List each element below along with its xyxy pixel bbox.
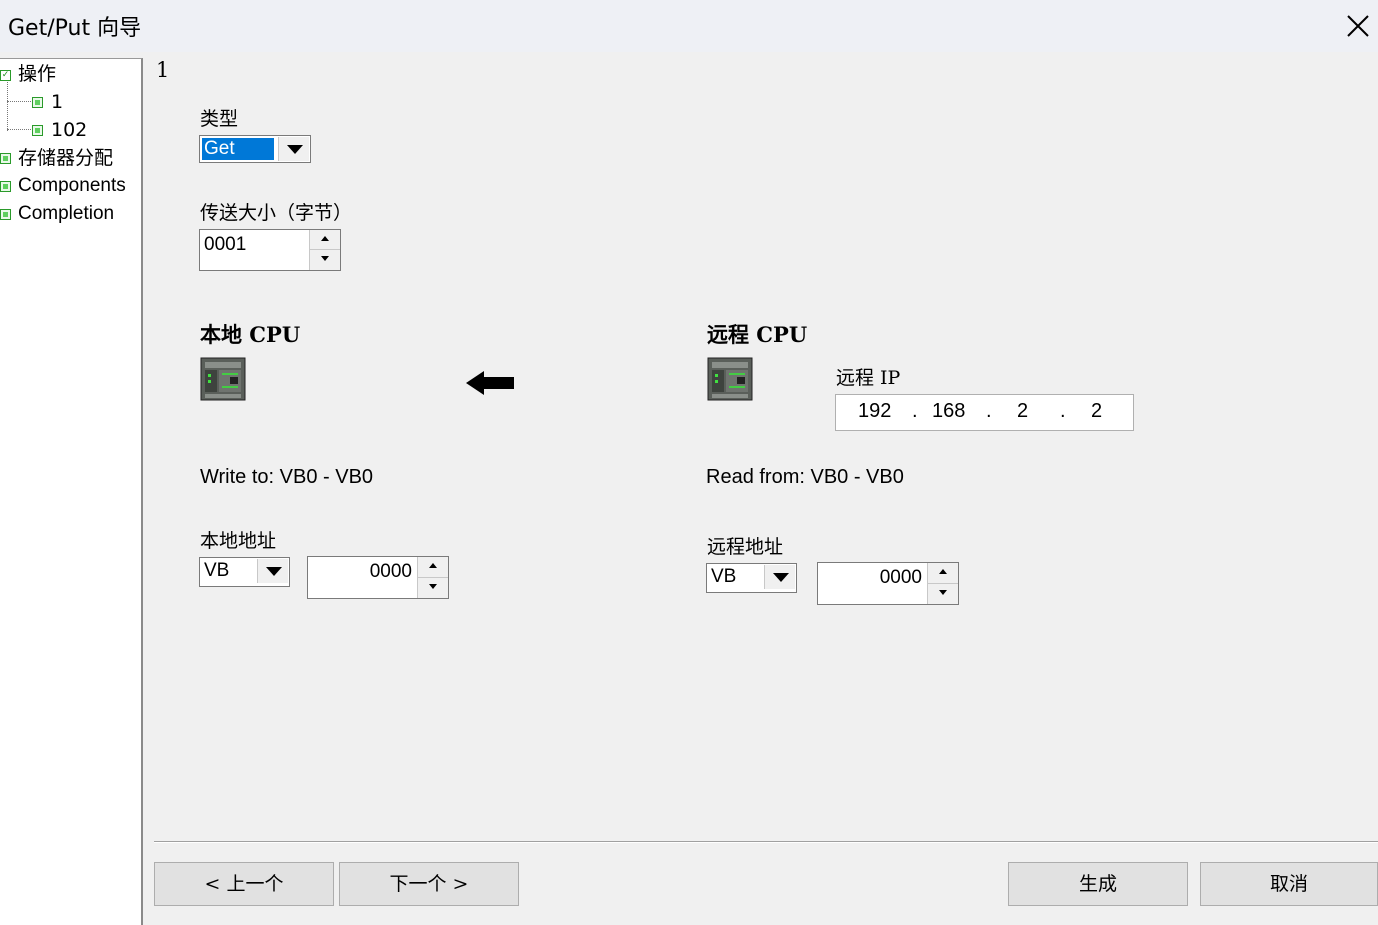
spin-down-icon[interactable] (310, 250, 340, 270)
remote-area-dropdown[interactable]: VB (706, 563, 797, 593)
local-area-value: VB (204, 560, 230, 581)
green-box-icon (32, 125, 43, 136)
transfer-size-spinner[interactable]: 0001 (199, 229, 341, 271)
spin-up-icon[interactable] (310, 230, 340, 250)
green-box-icon (0, 153, 11, 164)
type-label: 类型 (200, 108, 239, 130)
remote-offset-value: 0000 (879, 567, 922, 588)
chevron-down-icon[interactable] (764, 565, 795, 589)
tree-item-memory[interactable]: 存储器分配 (0, 145, 140, 171)
local-address-label: 本地地址 (200, 530, 277, 552)
tree-item-label: Completion (18, 203, 115, 224)
remote-cpu-heading: 远程 CPU (707, 322, 808, 347)
ip-octet-2[interactable]: 168 (932, 400, 965, 423)
local-cpu-icon (200, 356, 248, 402)
spinner-buttons (417, 557, 448, 598)
spin-up-icon[interactable] (928, 563, 958, 584)
navigation-tree: ✓ 操作 1 102 存储器分配 Components Completion (0, 58, 143, 925)
title-bar: Get/Put 向导 (0, 0, 1378, 52)
tree-item-completion[interactable]: Completion (0, 201, 140, 227)
local-offset-value: 0000 (369, 561, 412, 582)
ip-separator: . (986, 400, 992, 422)
remote-cpu-icon (707, 356, 755, 402)
generate-button[interactable]: 生成 (1008, 862, 1188, 906)
green-box-icon (0, 181, 11, 192)
chevron-down-icon[interactable] (278, 137, 309, 161)
remote-offset-spinner[interactable]: 0000 (817, 562, 959, 605)
ip-octet-3[interactable]: 2 (1017, 400, 1028, 423)
local-offset-spinner[interactable]: 0000 (307, 556, 449, 599)
write-to-summary: Write to: VB0 - VB0 (200, 466, 374, 488)
local-cpu-heading: 本地 CPU (200, 322, 301, 347)
next-button[interactable]: 下一个 > (339, 862, 519, 906)
spin-down-icon[interactable] (418, 578, 448, 599)
tree-item-label: 1 (51, 91, 64, 113)
ip-separator: . (912, 400, 918, 422)
cancel-button[interactable]: 取消 (1200, 862, 1378, 906)
type-dropdown[interactable]: Get (199, 135, 311, 163)
transfer-size-label: 传送大小（字节） (200, 202, 353, 224)
local-area-dropdown[interactable]: VB (199, 557, 290, 587)
chevron-down-icon[interactable] (257, 559, 288, 583)
spinner-buttons (927, 563, 958, 604)
tree-item-label: 操作 (18, 63, 57, 85)
ip-octet-1[interactable]: 192 (858, 400, 891, 423)
transfer-size-value: 0001 (204, 234, 247, 255)
arrow-left-icon (464, 368, 516, 398)
ip-separator: . (1060, 400, 1066, 422)
tree-item-label: 存储器分配 (18, 147, 114, 169)
previous-button[interactable]: < 上一个 (154, 862, 334, 906)
spinner-buttons (309, 230, 340, 270)
tree-item-1[interactable]: 1 (0, 89, 120, 115)
spin-up-icon[interactable] (418, 557, 448, 578)
checkbox-icon: ✓ (0, 70, 11, 81)
green-box-icon (32, 97, 43, 108)
page-number: 1 (156, 58, 170, 82)
tree-item-label: Components (18, 175, 126, 196)
green-box-icon (0, 209, 11, 220)
remote-ip-input[interactable]: 192 . 168 . 2 . 2 (835, 394, 1134, 431)
remote-address-label: 远程地址 (707, 536, 784, 558)
ip-octet-4[interactable]: 2 (1091, 400, 1102, 423)
tree-item-102[interactable]: 102 (0, 117, 120, 143)
tree-item-label: 102 (51, 119, 88, 141)
remote-ip-label: 远程 IP (836, 367, 901, 389)
remote-area-value: VB (711, 566, 737, 587)
close-icon[interactable] (1340, 8, 1376, 44)
window-title: Get/Put 向导 (8, 16, 142, 41)
read-from-summary: Read from: VB0 - VB0 (706, 466, 904, 488)
spin-down-icon[interactable] (928, 584, 958, 605)
footer-divider (154, 841, 1378, 843)
type-value: Get (202, 138, 274, 160)
tree-item-components[interactable]: Components (0, 173, 140, 199)
